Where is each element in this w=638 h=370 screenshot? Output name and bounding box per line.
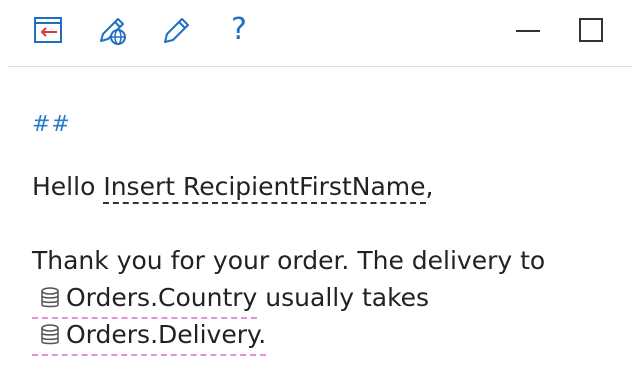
recipient-first-name-field[interactable]: Insert RecipientFirstName bbox=[103, 172, 426, 204]
orders-delivery-label: Orders.Delivery bbox=[66, 320, 259, 349]
heading-marker: ## bbox=[32, 112, 71, 137]
body-line: Thank you for your order. The delivery t… bbox=[32, 246, 546, 275]
delivery-line: Orders.Delivery. bbox=[32, 318, 267, 356]
minimize-button[interactable] bbox=[510, 12, 546, 48]
exit-document-button[interactable] bbox=[30, 12, 66, 48]
database-icon bbox=[40, 285, 60, 317]
question-mark-icon: ? bbox=[231, 12, 247, 47]
pencil-icon bbox=[160, 14, 192, 46]
orders-country-field[interactable]: Orders.Country bbox=[32, 282, 258, 319]
delivery-suffix: . bbox=[258, 320, 267, 349]
toolbar-divider bbox=[8, 66, 632, 67]
minimize-icon bbox=[514, 16, 542, 44]
country-line: Orders.Country usually takes bbox=[32, 281, 429, 319]
maximize-icon bbox=[577, 16, 605, 44]
toolbar: ? bbox=[0, 0, 638, 64]
orders-country-label: Orders.Country bbox=[66, 283, 258, 312]
greeting-prefix: Hello bbox=[32, 172, 104, 201]
database-icon bbox=[40, 322, 60, 354]
edit-with-web-button[interactable] bbox=[94, 12, 130, 48]
edit-button[interactable] bbox=[158, 12, 194, 48]
orders-delivery-field[interactable]: Orders.Delivery. bbox=[32, 319, 267, 356]
exit-document-icon bbox=[33, 15, 63, 45]
greeting-line: Hello Insert RecipientFirstName, bbox=[32, 170, 433, 204]
maximize-button[interactable] bbox=[573, 12, 609, 48]
country-suffix: usually takes bbox=[257, 283, 430, 312]
pen-globe-icon bbox=[95, 13, 129, 47]
help-button[interactable]: ? bbox=[221, 12, 257, 48]
greeting-suffix: , bbox=[425, 172, 434, 201]
